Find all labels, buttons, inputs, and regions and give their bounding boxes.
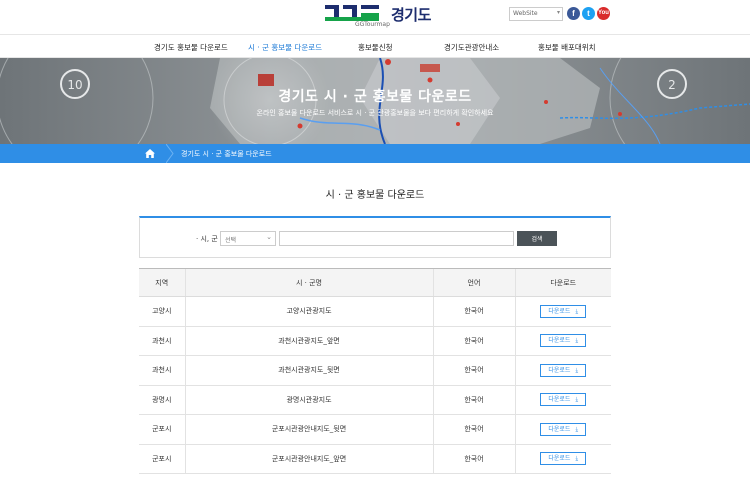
nav-item-tourist-info[interactable]: 경기도관광안내소 <box>444 42 499 53</box>
nav-item-gyeonggi-download[interactable]: 경기도 홍보물 다운로드 <box>154 42 228 53</box>
cell-download: 다운로드 ⤓ <box>514 414 611 445</box>
table-row: 고양시 고양시관광지도 한국어 다운로드 ⤓ <box>139 296 611 327</box>
cell-region: 과천시 <box>139 355 185 386</box>
download-icon: ⤓ <box>575 307 579 315</box>
cell-region: 과천시 <box>139 326 185 356</box>
column-header-name: 시 · 군명 <box>184 268 433 297</box>
search-label: · 시, 군 <box>196 235 218 243</box>
search-panel: · 시, 군 선택 ⌄ 검색 <box>139 216 611 258</box>
cell-language: 한국어 <box>432 414 515 445</box>
download-icon: ⤓ <box>575 396 579 404</box>
cell-download: 다운로드 ⤓ <box>514 296 611 327</box>
cell-language: 한국어 <box>432 444 515 474</box>
website-select[interactable]: WebSite ▾ <box>509 7 563 21</box>
main-nav: 경기도 홍보물 다운로드 시 · 군 홍보물 다운로드 홍보물신청 경기도관광안… <box>0 34 750 58</box>
download-label: 다운로드 <box>548 337 571 345</box>
home-icon[interactable] <box>140 144 160 163</box>
website-select-value: WebSite <box>513 10 538 17</box>
chevron-down-icon: ⌄ <box>266 233 272 241</box>
column-header-download: 다운로드 <box>514 268 611 297</box>
breadcrumb-current[interactable]: 경기도 시 · 군 홍보물 다운로드 <box>181 149 272 159</box>
cell-region: 군포시 <box>139 414 185 445</box>
cell-name: 광명시관광지도 <box>184 385 433 415</box>
cell-name: 군포시관광안내지도_뒷면 <box>184 414 433 445</box>
cell-download: 다운로드 ⤓ <box>514 385 611 415</box>
cell-language: 한국어 <box>432 355 515 386</box>
download-label: 다운로드 <box>548 366 571 374</box>
download-button[interactable]: 다운로드 ⤓ <box>540 393 587 407</box>
table-row: 광명시 광명시관광지도 한국어 다운로드 ⤓ <box>139 385 611 415</box>
column-header-region: 지역 <box>139 268 185 297</box>
page-title: 시 · 군 홍보물 다운로드 <box>325 190 425 201</box>
download-button[interactable]: 다운로드 ⤓ <box>540 452 587 466</box>
cell-region: 고양시 <box>139 296 185 327</box>
cell-name: 고양시관광지도 <box>184 296 433 327</box>
banner-title: 경기도 시 · 군 홍보물 다운로드 <box>278 89 472 105</box>
cell-download: 다운로드 ⤓ <box>514 326 611 356</box>
chevron-right-icon <box>166 144 174 163</box>
cell-download: 다운로드 ⤓ <box>514 444 611 474</box>
download-label: 다운로드 <box>548 307 571 315</box>
cell-region: 광명시 <box>139 385 185 415</box>
table-row: 과천시 과천시관광지도_앞면 한국어 다운로드 ⤓ <box>139 326 611 356</box>
download-label: 다운로드 <box>548 425 571 433</box>
search-button[interactable]: 검색 <box>517 231 557 246</box>
nav-item-request[interactable]: 홍보물신청 <box>358 42 393 53</box>
download-label: 다운로드 <box>548 396 571 404</box>
cell-language: 한국어 <box>432 326 515 356</box>
cell-language: 한국어 <box>432 385 515 415</box>
cell-name: 군포시관광안내지도_앞면 <box>184 444 433 474</box>
facebook-icon[interactable]: f <box>567 7 580 20</box>
nav-item-city-download[interactable]: 시 · 군 홍보물 다운로드 <box>248 42 322 53</box>
table-header-row: 지역 시 · 군명 언어 다운로드 <box>139 268 611 297</box>
table-row: 과천시 과천시관광지도_뒷면 한국어 다운로드 ⤓ <box>139 355 611 386</box>
logo-mark-icon <box>325 5 379 21</box>
column-header-language: 언어 <box>432 268 515 297</box>
logo-subtext: GGTourmap <box>355 21 390 28</box>
download-icon: ⤓ <box>575 366 579 374</box>
download-table: 지역 시 · 군명 언어 다운로드 고양시 고양시관광지도 한국어 다운로드 ⤓ … <box>139 268 611 474</box>
cell-name: 과천시관광지도_뒷면 <box>184 355 433 386</box>
cell-download: 다운로드 ⤓ <box>514 355 611 386</box>
city-select-value: 선택 <box>225 237 237 244</box>
cell-region: 군포시 <box>139 444 185 474</box>
search-input[interactable] <box>279 231 514 246</box>
breadcrumb: 경기도 시 · 군 홍보물 다운로드 <box>0 144 750 163</box>
cell-name: 과천시관광지도_앞면 <box>184 326 433 356</box>
city-select[interactable]: 선택 ⌄ <box>220 231 276 246</box>
download-button[interactable]: 다운로드 ⤓ <box>540 363 587 377</box>
download-label: 다운로드 <box>548 455 571 463</box>
nav-item-distribution[interactable]: 홍보물 배포대위치 <box>538 42 596 53</box>
table-row: 군포시 군포시관광안내지도_앞면 한국어 다운로드 ⤓ <box>139 444 611 474</box>
download-icon: ⤓ <box>575 425 579 433</box>
twitter-icon[interactable]: t <box>582 7 595 20</box>
chevron-down-icon: ▾ <box>556 9 560 16</box>
banner-subtitle: 온라인 홍보물 다운로드 서비스로 시 · 군 관광홍보물을 보다 편리하게 확… <box>256 109 494 117</box>
download-button[interactable]: 다운로드 ⤓ <box>540 334 587 348</box>
youtube-icon[interactable]: You <box>597 7 610 20</box>
table-row: 군포시 군포시관광안내지도_뒷면 한국어 다운로드 ⤓ <box>139 414 611 445</box>
cell-language: 한국어 <box>432 296 515 327</box>
download-button[interactable]: 다운로드 ⤓ <box>540 422 587 436</box>
hero-banner: 10 2 경기도 시 · 군 홍보물 다운로드 온라인 홍보물 다운로드 서비스… <box>0 58 750 144</box>
logo-text: 경기도 <box>391 6 431 24</box>
download-button[interactable]: 다운로드 ⤓ <box>540 304 587 318</box>
site-header: 경기도 GGTourmap WebSite ▾ f t You <box>0 0 750 34</box>
download-icon: ⤓ <box>575 337 579 345</box>
download-icon: ⤓ <box>575 455 579 463</box>
